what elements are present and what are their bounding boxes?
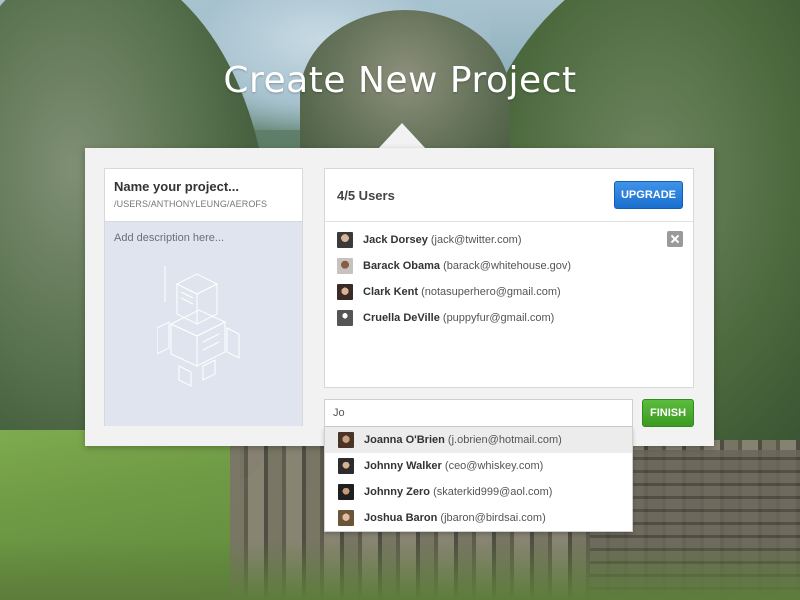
suggestion-name: Johnny Zero — [364, 486, 431, 498]
user-name: Jack Dorsey — [363, 234, 428, 246]
add-user-search-input[interactable] — [324, 399, 633, 427]
suggestion-avatar — [338, 484, 354, 500]
project-card: Name your project... /USERS/ANTHONYLEUNG… — [104, 168, 303, 426]
suggestion-item[interactable]: Johnny Zero (skaterkid999@aol.com) — [325, 479, 632, 505]
suggestion-name: Joanna O'Brien — [364, 434, 445, 446]
user-avatar — [337, 284, 353, 300]
suggestion-email: (skaterkid999@aol.com) — [433, 486, 553, 498]
suggestion-dropdown: Joanna O'Brien (j.obrien@hotmail.com) Jo… — [324, 427, 633, 532]
user-name: Barack Obama — [363, 260, 441, 272]
project-path: /USERS/ANTHONYLEUNG/AEROFS — [114, 199, 268, 209]
suggestion-item[interactable]: Johnny Walker (ceo@whiskey.com) — [325, 453, 632, 479]
suggestion-item[interactable]: Joshua Baron (jbaron@birdsai.com) — [325, 505, 632, 531]
project-name-field[interactable]: Name your project... — [114, 179, 239, 194]
suggestion-avatar — [338, 510, 354, 526]
user-row: Jack Dorsey (jack@twitter.com) — [337, 230, 683, 250]
user-email: (notasuperhero@gmail.com) — [421, 286, 561, 298]
robot-illustration-icon — [157, 266, 240, 387]
users-count: 4/5 Users — [337, 188, 395, 203]
user-avatar-default — [337, 310, 353, 326]
users-header: 4/5 Users UPGRADE — [325, 169, 693, 222]
user-name: Cruella DeVille — [363, 312, 440, 324]
user-row: Cruella DeVille (puppyfur@gmail.com) — [337, 308, 683, 328]
description-placeholder: Add description here... — [114, 232, 225, 244]
user-avatar — [337, 258, 353, 274]
foreground — [0, 540, 800, 600]
suggestion-item[interactable]: Joanna O'Brien (j.obrien@hotmail.com) — [325, 427, 632, 453]
user-row: Clark Kent (notasuperhero@gmail.com) — [337, 282, 683, 302]
remove-user-close-icon[interactable] — [667, 231, 683, 247]
user-email: (jack@twitter.com) — [430, 234, 522, 246]
page-title: Create New Project — [223, 60, 577, 101]
suggestion-email: (jbaron@birdsai.com) — [440, 512, 546, 524]
project-description-field[interactable]: Add description here... — [105, 221, 302, 426]
suggestion-name: Johnny Walker — [364, 460, 442, 472]
suggestion-avatar — [338, 458, 354, 474]
suggestion-email: (ceo@whiskey.com) — [444, 460, 544, 472]
user-name: Clark Kent — [363, 286, 419, 298]
upgrade-button[interactable]: UPGRADE — [614, 181, 683, 209]
user-email: (barack@whitehouse.gov) — [443, 260, 572, 272]
suggestion-name: Joshua Baron — [364, 512, 438, 524]
suggestion-email: (j.obrien@hotmail.com) — [447, 434, 562, 446]
user-avatar — [337, 232, 353, 248]
suggestion-avatar — [338, 432, 354, 448]
user-row: Barack Obama (barack@whitehouse.gov) — [337, 256, 683, 276]
user-email: (puppyfur@gmail.com) — [442, 312, 555, 324]
users-panel: 4/5 Users UPGRADE Jack Dorsey (jack@twit… — [324, 168, 694, 388]
modal-pointer — [378, 123, 426, 149]
finish-button[interactable]: FINISH — [642, 399, 694, 427]
